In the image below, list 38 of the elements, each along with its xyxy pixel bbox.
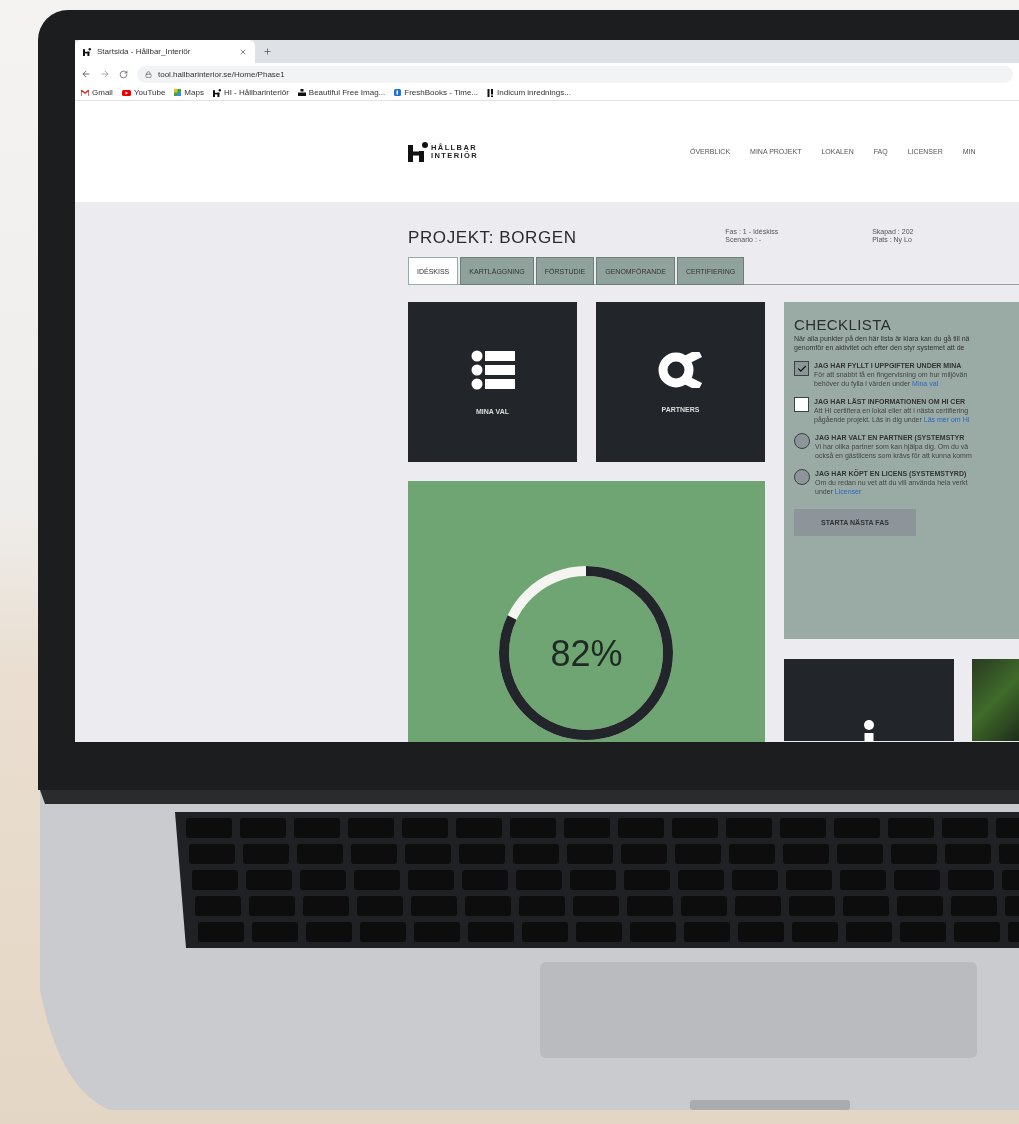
check-icon <box>796 363 807 374</box>
bookmark-icon <box>487 88 495 97</box>
progress-reading: 82% <box>549 633 624 675</box>
reload-icon[interactable] <box>119 69 128 79</box>
status-circle <box>794 433 810 449</box>
list-icon <box>470 349 515 390</box>
forward-icon[interactable] <box>100 69 110 79</box>
bookmark-link[interactable]: Gmail <box>81 88 113 97</box>
bookmark-link[interactable]: Indicum inrednings... <box>487 88 571 97</box>
close-icon[interactable] <box>239 47 247 56</box>
bookmark-link[interactable]: YouTube <box>121 88 166 97</box>
browser-tab[interactable]: Startsida - Hållbar_Interiör <box>75 40 255 63</box>
bookmark-link[interactable]: Maps <box>174 88 204 97</box>
address-field[interactable]: tool.hallbarinterior.se/Home/Phase1 <box>137 65 1013 83</box>
new-tab-icon[interactable] <box>263 47 272 56</box>
bookmark-link[interactable]: Beautiful Free Imag... <box>297 88 386 97</box>
lock-icon <box>145 70 152 78</box>
bookmark-link[interactable]: HI - Hållbarinteriör <box>212 88 289 97</box>
checkbox[interactable] <box>794 397 809 412</box>
logo-icon <box>83 47 91 56</box>
bookmark-icon <box>394 89 402 96</box>
map-icon <box>174 89 182 96</box>
alpha-icon <box>657 351 704 388</box>
camera-icon <box>297 89 306 96</box>
checkbox[interactable] <box>794 361 809 376</box>
bookmark-link[interactable]: FreshBooks - Time... <box>394 88 479 97</box>
play-icon <box>121 89 131 96</box>
project-title: PROJEKT: BORGEN <box>408 227 578 248</box>
logo-icon <box>408 141 428 162</box>
logo-icon <box>212 88 221 97</box>
url-text: tool.hallbarinterior.se/Home/Phase1 <box>158 69 285 79</box>
info-icon <box>863 719 875 741</box>
status-circle <box>794 469 810 485</box>
back-icon[interactable] <box>81 69 91 79</box>
mail-icon <box>81 89 89 96</box>
checklist-title: CHECKLISTA <box>794 316 893 333</box>
info-tile[interactable] <box>784 659 954 741</box>
tab-title: Startsida - Hållbar_Interiör <box>97 47 192 56</box>
